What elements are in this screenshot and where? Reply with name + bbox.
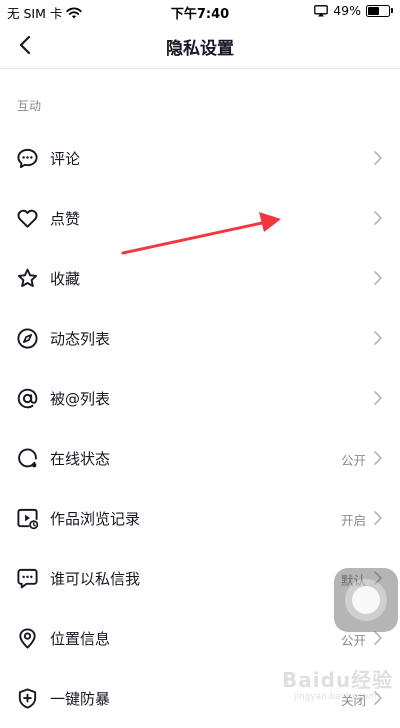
message-icon: [17, 568, 38, 589]
row-value: 开启: [340, 513, 366, 528]
row-label: 一键防暴: [50, 690, 111, 708]
row-label: 点赞: [50, 210, 81, 228]
nav-bar: 隐私设置: [0, 22, 400, 69]
battery-percent: 49%: [333, 3, 361, 18]
row-label: 评论: [50, 150, 81, 168]
row-value: 公开: [340, 453, 366, 468]
settings-list: 评论 点赞 收藏 动态列表 被@列表 在线状态 公开 作品浏览记录 开启 谁可以…: [0, 128, 400, 728]
settings-row-mentions-list[interactable]: 被@列表: [0, 368, 400, 428]
row-label: 谁可以私信我: [50, 570, 141, 588]
battery-icon: [366, 4, 393, 17]
star-icon: [17, 268, 38, 288]
settings-row-favorites[interactable]: 收藏: [0, 248, 400, 308]
row-label: 位置信息: [50, 630, 111, 648]
chevron-right-icon: [374, 451, 382, 465]
battery-fill: [368, 6, 379, 15]
chevron-right-icon: [374, 631, 382, 645]
compass-icon: [17, 328, 38, 349]
heart-icon: [17, 209, 38, 228]
settings-row-online-status[interactable]: 在线状态 公开: [0, 428, 400, 488]
at-icon: [17, 388, 38, 409]
watermark-main: Baidu经验: [282, 668, 394, 692]
row-label: 动态列表: [50, 330, 111, 348]
settings-row-like[interactable]: 点赞: [0, 188, 400, 248]
row-value: 公开: [340, 633, 366, 648]
assistive-touch-core: [352, 586, 380, 614]
chevron-right-icon: [374, 511, 382, 525]
row-label: 作品浏览记录: [50, 510, 141, 528]
chevron-right-icon: [374, 151, 382, 165]
row-label: 在线状态: [50, 450, 111, 468]
chevron-right-icon: [374, 211, 382, 225]
chevron-right-icon: [374, 391, 382, 405]
settings-row-activity-list[interactable]: 动态列表: [0, 308, 400, 368]
video-history-icon: [17, 508, 39, 530]
section-label: 互动: [17, 99, 42, 113]
screen-mirroring-icon: [314, 4, 329, 16]
watermark: Baidu经验 jingyan.baidu.com: [248, 662, 396, 708]
status-bar: 无 SIM 卡 下午7:40 49%: [0, 0, 400, 22]
settings-row-comment[interactable]: 评论: [0, 128, 400, 188]
comment-icon: [17, 148, 38, 169]
shield-plus-icon: [18, 688, 37, 709]
online-status-icon: [18, 448, 37, 468]
assistive-touch-button[interactable]: [334, 568, 398, 632]
chevron-right-icon: [374, 271, 382, 285]
location-icon: [19, 628, 36, 649]
row-label: 被@列表: [50, 390, 111, 408]
chevron-right-icon: [374, 331, 382, 345]
watermark-sub: jingyan.baidu.com: [294, 692, 378, 702]
row-label: 收藏: [50, 270, 81, 288]
page-title: 隐私设置: [166, 39, 234, 59]
settings-row-view-history[interactable]: 作品浏览记录 开启: [0, 488, 400, 548]
